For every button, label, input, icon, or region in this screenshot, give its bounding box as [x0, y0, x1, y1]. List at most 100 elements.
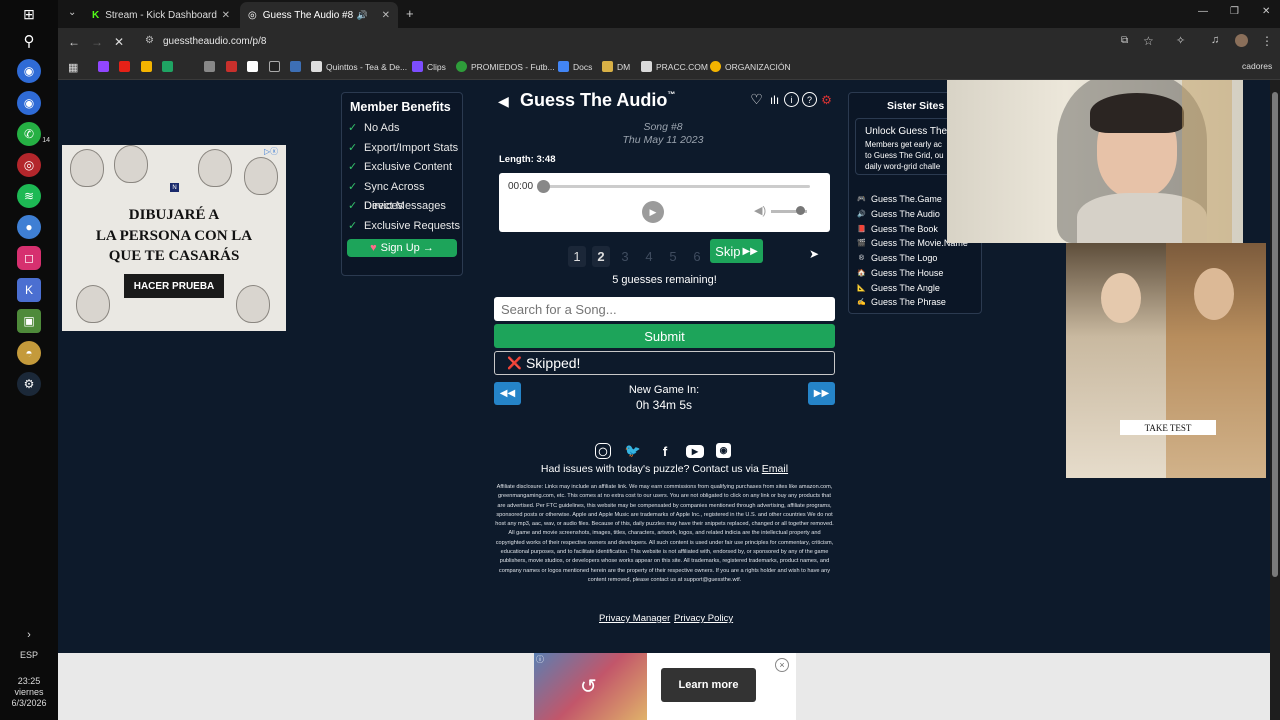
new-tab-icon[interactable]: +: [406, 6, 414, 21]
sign-up-button[interactable]: ♥ Sign Up →: [347, 239, 457, 257]
ad-thumbnail: ↺ ⓘ: [534, 653, 647, 720]
ad-info-icon[interactable]: ▷ⓧ: [264, 146, 278, 157]
app-gold-icon[interactable]: ◓: [17, 341, 41, 365]
bookmark-pen-icon[interactable]: [269, 61, 280, 72]
guess-number[interactable]: 2: [592, 246, 610, 267]
audio-playing-icon[interactable]: 🔊: [357, 10, 368, 21]
twitter-icon[interactable]: 🐦: [624, 443, 642, 459]
chevron-right-icon[interactable]: ›: [0, 630, 58, 641]
bookmark-promiedos[interactable]: PROMIEDOS - Futb...: [456, 61, 555, 72]
minimize-icon[interactable]: —: [1198, 6, 1208, 17]
scrollbar-thumb[interactable]: [1272, 92, 1278, 577]
sister-site-game[interactable]: 🎮 Guess The.Game: [857, 194, 942, 204]
restore-icon[interactable]: ❐: [1230, 6, 1239, 17]
site-info-icon[interactable]: ⚙: [145, 35, 154, 46]
app-icon[interactable]: ◎: [17, 153, 41, 177]
tab-kick-dashboard[interactable]: K Stream - Kick Dashboard ✕: [84, 2, 236, 28]
guess-number[interactable]: 1: [568, 246, 586, 267]
replay-icon[interactable]: ↺: [580, 674, 597, 699]
bookmark-docs[interactable]: Docs: [558, 61, 592, 72]
ad-left[interactable]: N ▷ⓧ DIBUJARÉ A LA PERSONA CON LA QUE TE…: [62, 145, 286, 331]
instagram-icon[interactable]: ◯: [595, 443, 611, 459]
close-tab-icon[interactable]: ✕: [382, 10, 390, 21]
steam-icon[interactable]: ⚙: [17, 372, 41, 396]
bookmark-quinttos[interactable]: Quinttos - Tea & De...: [311, 61, 407, 72]
learn-more-button[interactable]: Learn more: [661, 668, 756, 702]
spotify-icon[interactable]: ≋: [17, 184, 41, 208]
ad-right[interactable]: ▷ⓧ TAKE TEST: [1066, 243, 1266, 478]
bookmark-twitch-icon[interactable]: [98, 61, 109, 72]
address-bar[interactable]: guesstheaudio.com/p/8: [163, 36, 266, 47]
bookmark-clips[interactable]: Clips: [412, 61, 446, 72]
sister-site-angle[interactable]: 📐 Guess The Angle: [857, 283, 940, 293]
bottom-ad[interactable]: ↺ ⓘ Learn more ×: [534, 653, 796, 720]
bookmark-folder-icon[interactable]: [204, 61, 215, 72]
chrome-profile-icon[interactable]: ◉: [17, 91, 41, 115]
skip-button[interactable]: Skip ▶▶: [710, 239, 763, 263]
profile-avatar[interactable]: [1235, 34, 1248, 47]
progress-track[interactable]: [543, 185, 810, 188]
bookmark-pracc[interactable]: PRACC.COM: [641, 61, 708, 72]
app-k-icon[interactable]: K: [17, 278, 41, 302]
sister-site-book[interactable]: 📕 Guess The Book: [857, 224, 938, 234]
page-scrollbar[interactable]: [1270, 80, 1280, 720]
bookmark-blue-icon[interactable]: [290, 61, 301, 72]
privacy-policy-link[interactable]: Privacy Policy: [674, 613, 733, 624]
chrome-icon[interactable]: ◉: [17, 59, 41, 83]
progress-handle[interactable]: [537, 180, 550, 193]
bookmark-star-icon[interactable]: ☆: [1143, 34, 1154, 48]
bookmark-keep-icon[interactable]: [141, 61, 152, 72]
close-window-icon[interactable]: ✕: [1262, 6, 1270, 17]
bookmark-organizacion[interactable]: ORGANIZACIÓN: [710, 61, 791, 72]
play-button[interactable]: ▶: [642, 201, 664, 223]
settings-gear-icon[interactable]: ⚙: [819, 92, 834, 107]
bookmark-red-icon[interactable]: [226, 61, 237, 72]
bookmark-f-icon[interactable]: [247, 61, 258, 72]
cast-icon[interactable]: ⧉: [1121, 35, 1128, 46]
language-indicator[interactable]: ESP: [0, 650, 58, 661]
forward-icon[interactable]: →: [91, 35, 103, 49]
bookmark-youtube-icon[interactable]: [119, 61, 130, 72]
bookmark-overflow-label[interactable]: cadores: [1242, 61, 1272, 71]
sister-site-house[interactable]: 🏠 Guess The House: [857, 268, 943, 278]
menu-icon[interactable]: ⋮: [1261, 34, 1273, 48]
bookmark-dm[interactable]: DM: [602, 61, 630, 72]
tab-guess-the-audio[interactable]: ◎ Guess The Audio #8 🔊 ✕: [240, 2, 398, 28]
media-control-icon[interactable]: ♫: [1211, 34, 1219, 46]
back-icon[interactable]: ←: [68, 35, 80, 49]
youtube-icon[interactable]: ▶: [686, 445, 704, 458]
heart-outline-icon[interactable]: ♡: [749, 91, 764, 107]
next-game-button[interactable]: ▶▶: [808, 382, 835, 405]
whatsapp-badge: 14: [42, 137, 50, 144]
sister-site-phrase[interactable]: ✍ Guess The Phrase: [857, 297, 946, 307]
email-link[interactable]: Email: [762, 463, 788, 475]
sister-site-logo[interactable]: ® Guess The Logo: [857, 253, 937, 263]
extensions-icon[interactable]: ✧: [1176, 34, 1185, 47]
submit-button[interactable]: Submit: [494, 324, 835, 348]
info-icon[interactable]: i: [784, 92, 799, 107]
volume-icon[interactable]: ◀): [754, 204, 766, 217]
close-tab-icon[interactable]: ✕: [222, 10, 230, 21]
stop-loading-icon[interactable]: ✕: [114, 35, 124, 49]
bookmark-drive-icon[interactable]: [162, 61, 173, 72]
instagram-icon[interactable]: ◻: [17, 246, 41, 270]
help-icon[interactable]: ?: [802, 92, 817, 107]
stats-icon[interactable]: ılı: [767, 92, 782, 107]
windows-start-icon[interactable]: ⊞: [17, 2, 41, 26]
app-blue-icon[interactable]: ●: [17, 215, 41, 239]
tab-list-chevron-icon[interactable]: ⌄: [68, 7, 76, 18]
rss-icon[interactable]: ◉: [716, 443, 731, 458]
close-ad-icon[interactable]: ×: [775, 658, 789, 672]
sister-site-audio[interactable]: 🔊 Guess The Audio: [857, 209, 940, 219]
app-green-icon[interactable]: ▣: [17, 309, 41, 333]
volume-handle[interactable]: [796, 206, 805, 215]
privacy-manager-link[interactable]: Privacy Manager: [599, 613, 670, 624]
take-test-button[interactable]: TAKE TEST: [1120, 420, 1216, 435]
previous-game-button[interactable]: ◀◀: [494, 382, 521, 405]
search-icon[interactable]: ⚲: [17, 29, 41, 53]
apps-grid-icon[interactable]: ▦: [68, 61, 78, 74]
ad-cta-button[interactable]: HACER PRUEBA: [124, 274, 224, 298]
song-search-input[interactable]: [494, 297, 835, 321]
ad-info-icon[interactable]: ⓘ: [536, 654, 544, 665]
facebook-icon[interactable]: f: [656, 443, 674, 459]
